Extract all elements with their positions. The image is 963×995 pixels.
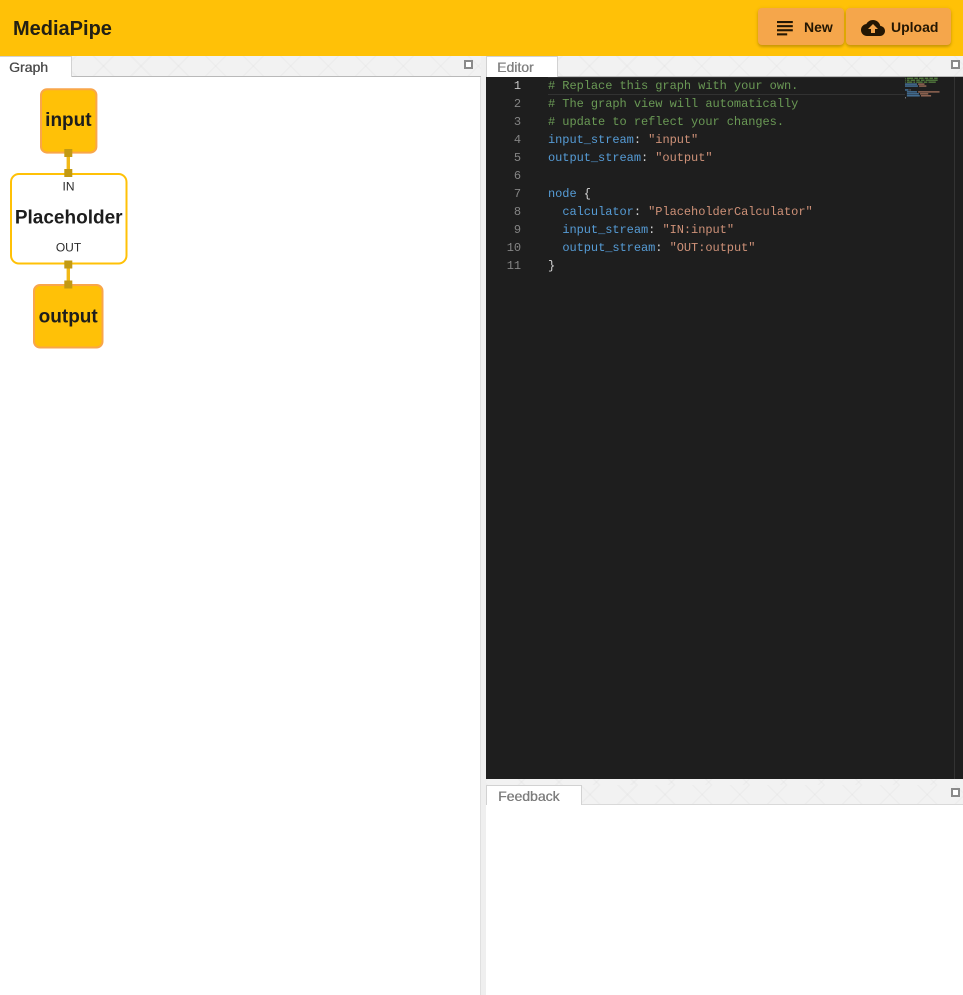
svg-text:Placeholder: Placeholder — [15, 208, 123, 229]
svg-text:output: output — [39, 307, 99, 328]
svg-text:OUT: OUT — [56, 241, 82, 255]
svg-text:input: input — [45, 110, 92, 131]
svg-text:IN: IN — [63, 180, 75, 194]
